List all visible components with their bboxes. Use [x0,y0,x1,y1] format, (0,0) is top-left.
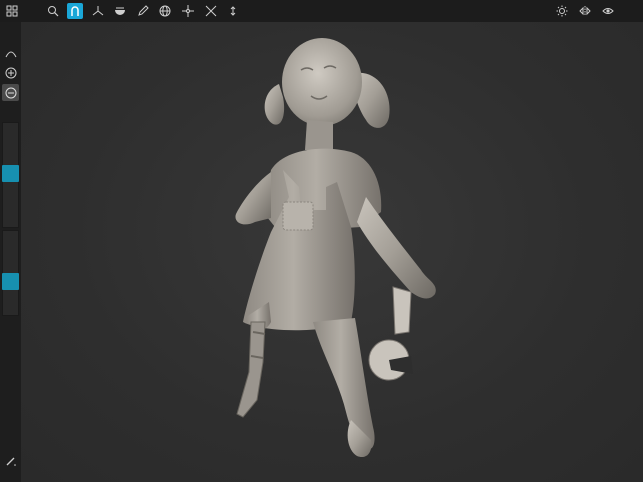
curve-icon[interactable] [2,44,19,61]
updown-icon[interactable] [225,3,241,19]
axis-icon[interactable] [90,3,106,19]
move-icon[interactable] [180,3,196,19]
symmetry-icon[interactable] [577,3,593,19]
pigtail-left [264,84,285,125]
eye-icon[interactable] [600,3,616,19]
globe-icon[interactable] [157,3,173,19]
minus-circle-icon[interactable] [2,84,19,101]
right-leg [313,318,375,450]
magnet-icon[interactable] [67,3,83,19]
sculpt-model [235,38,436,458]
left-arm [235,172,271,225]
bowl-icon[interactable] [112,3,128,19]
head [282,38,362,126]
left-sidebar [0,22,21,482]
sculpt-viewport[interactable] [21,22,643,482]
intensity-slider-thumb[interactable] [2,272,19,290]
pencil-icon[interactable] [135,3,151,19]
radius-slider-thumb[interactable] [2,164,19,182]
sun-icon[interactable] [554,3,570,19]
right-arm [357,197,436,299]
menu-grid-icon[interactable] [4,3,20,19]
scale-icon[interactable] [203,3,219,19]
prosthetic-leg [236,321,266,418]
search-icon[interactable] [45,3,61,19]
overalls-pocket [282,201,314,231]
brush-icon[interactable] [2,452,19,469]
top-toolbar [0,0,643,22]
wrench-handle [392,286,412,335]
plus-circle-icon[interactable] [2,64,19,81]
neck [305,120,333,150]
